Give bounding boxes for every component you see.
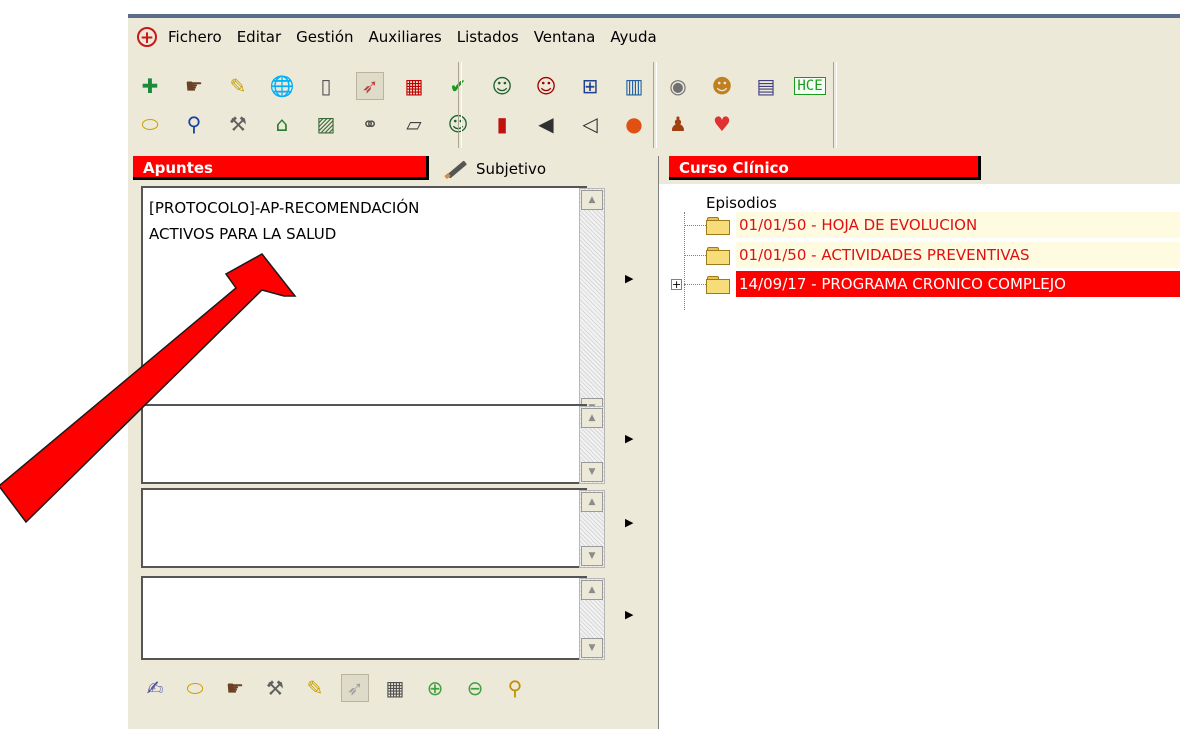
menu-ayuda[interactable]: Ayuda [605, 28, 666, 46]
menu-auxiliares[interactable]: Auxiliares [364, 28, 452, 46]
scroll-up-button[interactable]: ▲ [581, 492, 603, 512]
scroll-sign-icon[interactable]: ✍ [141, 674, 169, 702]
pencil-icon [444, 160, 470, 180]
search-folder-icon[interactable]: ⚲ [501, 674, 529, 702]
folder-icon [706, 217, 730, 235]
zoom-out-icon[interactable]: ⊖ [461, 674, 489, 702]
note-scrollbar-4[interactable]: ▲ ▼ [579, 578, 605, 660]
heart-icon[interactable]: ♥ [708, 110, 736, 138]
pill-icon[interactable]: ⬭ [181, 674, 209, 702]
doctor-icon[interactable]: ☺ [488, 72, 516, 100]
red-book-icon[interactable]: ▮ [488, 110, 516, 138]
tree-root-episodios[interactable]: Episodios [706, 194, 777, 212]
hce-label: HCE [794, 77, 826, 95]
forms-icon[interactable]: ▤ [752, 72, 780, 100]
note-scrollbar-1[interactable]: ▲ ▼ [579, 188, 605, 420]
hammer-icon[interactable]: ⚒ [261, 674, 289, 702]
subjetivo-label: Subjetivo [476, 160, 547, 178]
notes-bottom-toolbar: ✍ ⬭ ☛ ⚒ ✎ ➶ ▦ ⊕ ⊖ ⚲ [141, 669, 541, 707]
tree-connector [684, 284, 706, 285]
toolbar-separator [458, 62, 462, 148]
clinical-course-header: Curso Clínico [669, 156, 981, 180]
note-textarea-4[interactable] [143, 578, 585, 658]
note-expand-arrow-1[interactable]: ▶ [625, 272, 633, 285]
note-field-4[interactable] [141, 576, 587, 660]
episode-item-selected[interactable]: 14/09/17 - PROGRAMA CRONICO COMPLEJO [736, 271, 1180, 297]
calculator-icon[interactable]: ▦ [381, 674, 409, 702]
note-scrollbar-2[interactable]: ▲ ▼ [579, 406, 605, 484]
scroll-down-button[interactable]: ▼ [581, 638, 603, 658]
menu-ventana[interactable]: Ventana [529, 28, 606, 46]
note-scrollbar-3[interactable]: ▲ ▼ [579, 490, 605, 568]
note-expand-arrow-4[interactable]: ▶ [625, 608, 633, 621]
speaker-icon[interactable]: ◉ [664, 72, 692, 100]
doctor-red-icon[interactable]: ☺ [532, 72, 560, 100]
syringe-icon[interactable]: ➶ [356, 72, 384, 100]
zoom-in-icon[interactable]: ⊕ [421, 674, 449, 702]
syringe-icon[interactable]: ➶ [341, 674, 369, 702]
hce-icon[interactable]: HCE [794, 72, 826, 100]
clinical-course-header-bar: Curso Clínico [659, 156, 1180, 184]
network-icon[interactable]: ⊞ [576, 72, 604, 100]
ear-icon[interactable]: ◀ [532, 110, 560, 138]
scroll-up-button[interactable]: ▲ [581, 408, 603, 428]
tree-expand-button[interactable]: + [671, 279, 682, 290]
scroll-up-button[interactable]: ▲ [581, 190, 603, 210]
menu-listados[interactable]: Listados [452, 28, 529, 46]
apple-icon[interactable]: ● [620, 110, 648, 138]
annotation-red-arrow [0, 253, 297, 524]
folder-card-icon[interactable]: ▦ [400, 72, 428, 100]
scroll-up-button[interactable]: ▲ [581, 580, 603, 600]
subjetivo-tab[interactable]: Subjetivo [444, 156, 546, 182]
book-icon[interactable]: ▥ [620, 72, 648, 100]
note-expand-arrow-3[interactable]: ▶ [625, 516, 633, 529]
folder-icon [706, 247, 730, 265]
scroll-down-button[interactable]: ▼ [581, 462, 603, 482]
toolbar-separator [833, 62, 837, 148]
red-arrow-shape [0, 253, 297, 524]
note-expand-arrow-2[interactable]: ▶ [625, 432, 633, 445]
tree-connector [684, 225, 706, 226]
episode-item[interactable]: 01/01/50 - ACTIVIDADES PREVENTIVAS [736, 242, 1180, 268]
link-icon[interactable]: ⚭ [356, 110, 384, 138]
episode-item[interactable]: 01/01/50 - HOJA DE EVOLUCION [736, 212, 1180, 238]
sound-icon[interactable]: ◁ [576, 110, 604, 138]
pointing-hand-icon[interactable]: ☛ [221, 674, 249, 702]
tree-connector [684, 255, 706, 256]
folder-icon [706, 276, 730, 294]
family-icon[interactable]: ♟ [664, 110, 692, 138]
clinical-course-panel: Curso Clínico Episodios 01/01/50 - HOJA … [658, 156, 1180, 729]
toolbar-separator [653, 62, 657, 148]
notebook-icon[interactable]: ✎ [301, 674, 329, 702]
episodes-tree: Episodios 01/01/50 - HOJA DE EVOLUCION 0… [659, 184, 1180, 729]
folder-icon[interactable]: ▱ [400, 110, 428, 138]
tree-connector [684, 212, 685, 310]
scroll-down-button[interactable]: ▼ [581, 546, 603, 566]
users-icon[interactable]: ☻ [708, 72, 736, 100]
